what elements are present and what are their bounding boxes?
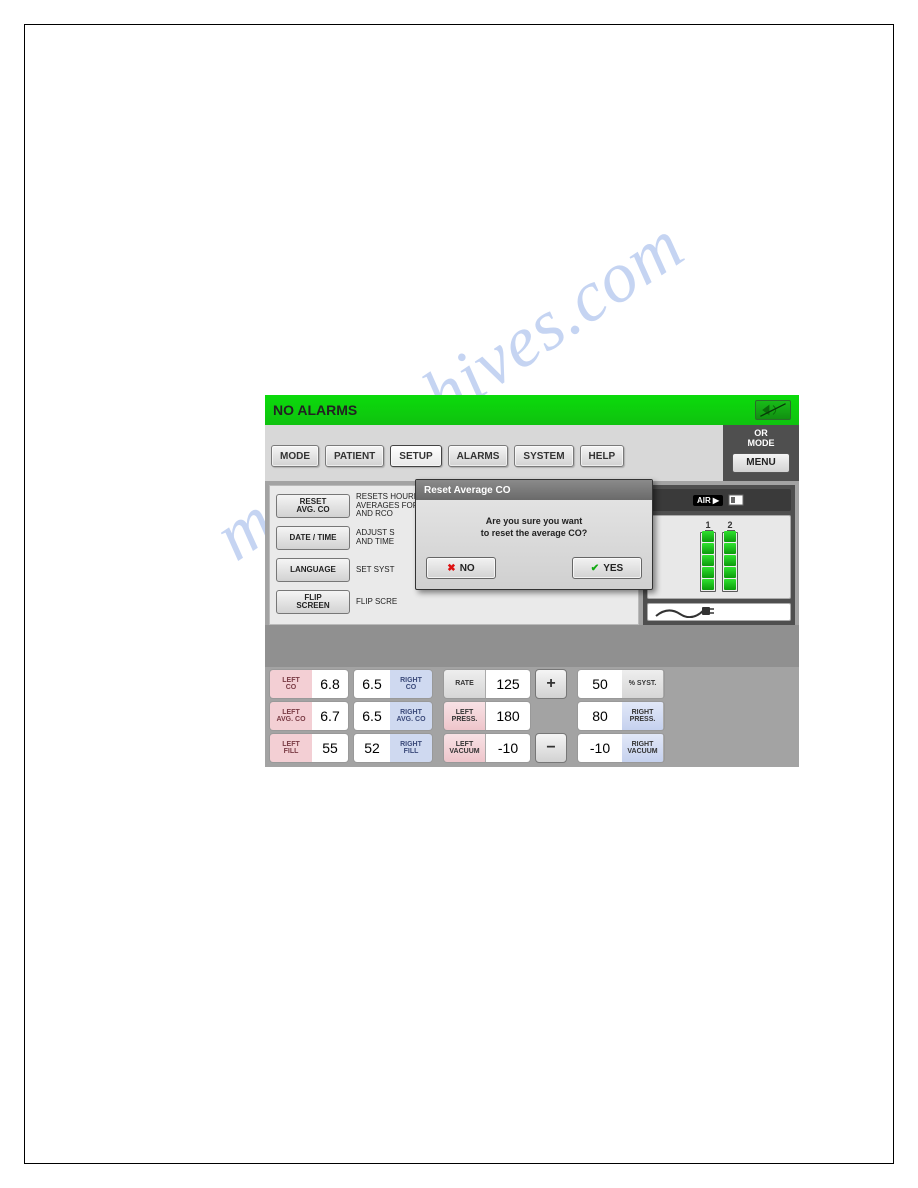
tab-patient[interactable]: PATIENT bbox=[325, 445, 384, 467]
check-icon: ✔ bbox=[591, 563, 599, 574]
decrement-button[interactable]: − bbox=[535, 733, 567, 763]
right-fill-value: 52 bbox=[354, 734, 390, 762]
alarm-bar: NO ALARMS bbox=[265, 395, 799, 425]
right-avg-co-value: 6.5 bbox=[354, 702, 390, 730]
or-mode-panel: ORMODE MENU bbox=[723, 425, 799, 481]
reset-avg-co-button[interactable]: RESET AVG. CO bbox=[276, 494, 350, 518]
dialog-message: Are you sure you wantto reset the averag… bbox=[416, 500, 652, 549]
power-plug-row bbox=[647, 603, 791, 621]
air-row: AIR▶ bbox=[647, 489, 791, 511]
battery-row: 1 2 bbox=[647, 515, 791, 599]
air-badge: AIR▶ bbox=[693, 495, 723, 506]
syst-value: 50 bbox=[578, 670, 622, 698]
device-screen: NO ALARMS MODE PATIENT SETUP ALARMS SYST… bbox=[265, 395, 799, 767]
battery-1-label: 1 bbox=[705, 520, 710, 530]
left-press-value: 180 bbox=[486, 702, 530, 730]
or-mode-label: ORMODE bbox=[727, 429, 795, 449]
tab-row: MODE PATIENT SETUP ALARMS SYSTEM HELP OR… bbox=[265, 425, 799, 481]
battery-1-icon bbox=[700, 532, 716, 592]
tab-system[interactable]: SYSTEM bbox=[514, 445, 573, 467]
right-avg-co-label: RIGHT AVG. CO bbox=[390, 702, 432, 730]
left-fill-value: 55 bbox=[312, 734, 348, 762]
readouts-row: LEFT CO6.8 LEFT AVG. CO6.7 LEFT FILL55 6… bbox=[265, 667, 799, 767]
right-vacuum-button[interactable]: RIGHT VACUUM bbox=[622, 734, 664, 762]
battery-2-label: 2 bbox=[727, 520, 732, 530]
battery-2-icon bbox=[722, 532, 738, 592]
left-co-label: LEFT CO bbox=[270, 670, 312, 698]
flip-screen-desc: FLIP SCRE bbox=[356, 598, 453, 607]
rate-button[interactable]: RATE bbox=[444, 670, 486, 698]
left-co-value: 6.8 bbox=[312, 670, 348, 698]
right-vacuum-value: -10 bbox=[578, 734, 622, 762]
x-icon: ✖ bbox=[447, 563, 455, 574]
dialog-title: Reset Average CO bbox=[416, 480, 652, 500]
left-fill-label: LEFT FILL bbox=[270, 734, 312, 762]
tab-alarms[interactable]: ALARMS bbox=[448, 445, 509, 467]
tab-setup[interactable]: SETUP bbox=[390, 445, 441, 467]
confirm-dialog: Reset Average CO Are you sure you wantto… bbox=[415, 479, 653, 590]
syst-button[interactable]: % SYST. bbox=[622, 670, 664, 698]
right-co-value: 6.5 bbox=[354, 670, 390, 698]
menu-button[interactable]: MENU bbox=[732, 453, 790, 473]
rate-value: 125 bbox=[486, 670, 530, 698]
compressor-icon bbox=[727, 493, 745, 507]
status-panel: AIR▶ 1 2 bbox=[643, 485, 795, 625]
right-press-button[interactable]: RIGHT PRESS. bbox=[622, 702, 664, 730]
left-vacuum-value: -10 bbox=[486, 734, 530, 762]
left-avg-co-value: 6.7 bbox=[312, 702, 348, 730]
right-fill-label: RIGHT FILL bbox=[390, 734, 432, 762]
power-plug-icon bbox=[654, 606, 714, 618]
date-time-button[interactable]: DATE / TIME bbox=[276, 526, 350, 550]
flip-screen-button[interactable]: FLIP SCREEN bbox=[276, 590, 350, 614]
right-press-value: 80 bbox=[578, 702, 622, 730]
increment-button[interactable]: + bbox=[535, 669, 567, 699]
alarm-mute-button[interactable] bbox=[755, 400, 791, 420]
language-button[interactable]: LANGUAGE bbox=[276, 558, 350, 582]
dialog-yes-button[interactable]: ✔ YES bbox=[572, 557, 642, 579]
tab-help[interactable]: HELP bbox=[580, 445, 625, 467]
left-avg-co-label: LEFT AVG. CO bbox=[270, 702, 312, 730]
alarm-text: NO ALARMS bbox=[273, 402, 357, 418]
left-press-button[interactable]: LEFT PRESS. bbox=[444, 702, 486, 730]
dialog-no-button[interactable]: ✖ NO bbox=[426, 557, 496, 579]
left-vacuum-button[interactable]: LEFT VACUUM bbox=[444, 734, 486, 762]
tab-mode[interactable]: MODE bbox=[271, 445, 319, 467]
right-co-label: RIGHT CO bbox=[390, 670, 432, 698]
